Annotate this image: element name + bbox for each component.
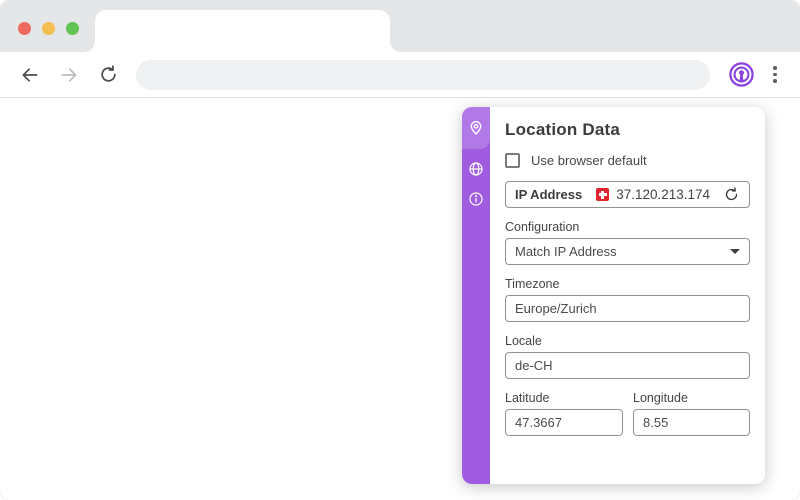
browser-window: Location Data Use browser default IP Add… <box>0 0 800 500</box>
popup-title: Location Data <box>505 120 621 139</box>
timezone-group: Timezone <box>505 277 750 322</box>
refresh-icon <box>725 187 737 201</box>
sidebar-tab-info[interactable] <box>462 184 490 214</box>
longitude-label: Longitude <box>633 391 688 405</box>
back-arrow-icon <box>22 67 38 82</box>
browser-menu-button[interactable] <box>764 60 786 90</box>
globe-icon <box>469 162 483 176</box>
use-browser-default-row: Use browser default <box>505 153 750 168</box>
latitude-label: Latitude <box>505 391 550 405</box>
sidebar-tab-globe[interactable] <box>462 154 490 184</box>
back-button[interactable] <box>18 63 42 87</box>
title-bar <box>0 0 800 52</box>
privacy-extension-button[interactable] <box>726 60 756 90</box>
ip-address-value: 37.120.213.174 <box>616 187 711 202</box>
timezone-label: Timezone <box>505 277 560 291</box>
use-browser-default-label: Use browser default <box>531 153 647 168</box>
ip-address-field: IP Address 37.120.213.174 <box>505 181 750 208</box>
longitude-group: Longitude <box>633 391 750 436</box>
kebab-dot <box>773 79 777 83</box>
browser-tab[interactable] <box>85 10 400 52</box>
latitude-group: Latitude <box>505 391 623 436</box>
privacy-extension-icon <box>728 62 754 87</box>
close-button[interactable] <box>18 22 31 35</box>
configuration-selected-value: Match IP Address <box>515 244 617 259</box>
reload-button[interactable] <box>96 63 120 87</box>
page-content: Location Data Use browser default IP Add… <box>0 98 800 499</box>
kebab-dot <box>773 72 777 77</box>
configuration-label: Configuration <box>505 220 580 234</box>
locale-label: Locale <box>505 334 542 348</box>
coordinates-row: Latitude Longitude <box>505 391 750 436</box>
kebab-dot <box>773 66 777 70</box>
forward-button[interactable] <box>57 63 81 87</box>
location-data-popup: Location Data Use browser default IP Add… <box>462 107 765 484</box>
timezone-input[interactable] <box>505 295 750 322</box>
use-browser-default-checkbox[interactable] <box>505 153 520 168</box>
popup-body: Location Data Use browser default IP Add… <box>490 107 765 484</box>
address-bar[interactable] <box>136 59 710 90</box>
location-pin-icon <box>470 121 482 135</box>
switzerland-flag-icon <box>596 188 610 201</box>
browser-toolbar <box>0 52 800 98</box>
ip-address-label: IP Address <box>515 187 583 202</box>
refresh-ip-button[interactable] <box>722 186 740 204</box>
locale-input[interactable] <box>505 352 750 379</box>
chevron-down-icon <box>730 249 740 254</box>
maximize-button[interactable] <box>66 22 79 35</box>
configuration-group: Configuration Match IP Address <box>505 220 750 265</box>
minimize-button[interactable] <box>42 22 55 35</box>
latitude-input[interactable] <box>505 409 623 436</box>
reload-icon <box>100 65 116 82</box>
forward-arrow-icon <box>61 67 77 82</box>
info-icon <box>469 192 483 206</box>
configuration-select[interactable]: Match IP Address <box>505 238 750 265</box>
sidebar-tab-location[interactable] <box>462 107 490 149</box>
longitude-input[interactable] <box>633 409 750 436</box>
locale-group: Locale <box>505 334 750 379</box>
popup-sidebar <box>462 107 490 484</box>
window-controls <box>18 22 79 35</box>
